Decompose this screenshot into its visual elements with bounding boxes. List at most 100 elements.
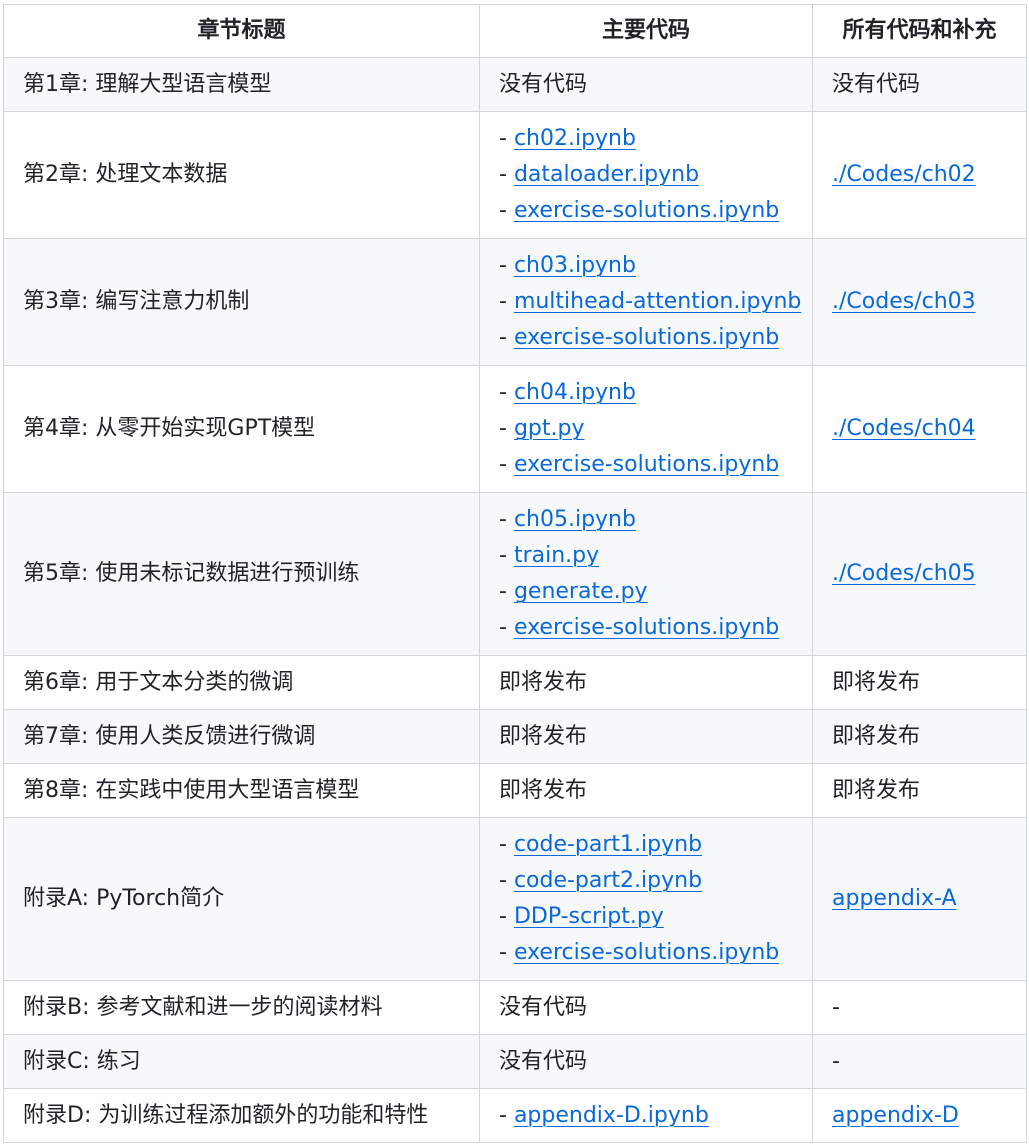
file-link[interactable]: DDP-script.py: [514, 904, 664, 929]
table-row: 第8章: 在实践中使用大型语言模型 即将发布 即将发布: [3, 763, 1027, 818]
chapter-title-cell: 附录D: 为训练过程添加额外的功能和特性: [3, 1088, 480, 1143]
list-dash: -: [499, 416, 514, 441]
chapter-title-cell: 第6章: 用于文本分类的微调: [3, 655, 480, 710]
file-link[interactable]: exercise-solutions.ipynb: [514, 452, 779, 477]
table-header: 章节标题 主要代码 所有代码和补充: [3, 4, 1027, 58]
chapter-title-cell: 附录C: 练习: [3, 1034, 480, 1089]
list-dash: -: [499, 198, 514, 223]
file-link[interactable]: ch02.ipynb: [514, 126, 636, 151]
file-link[interactable]: appendix-D.ipynb: [514, 1103, 709, 1128]
table-body: 第1章: 理解大型语言模型 没有代码 没有代码 第2章: 处理文本数据 - ch02.i…: [3, 57, 1027, 1143]
file-link[interactable]: train.py: [514, 543, 599, 568]
header-row: 章节标题 主要代码 所有代码和补充: [3, 4, 1027, 58]
chapter-title-cell: 第8章: 在实践中使用大型语言模型: [3, 763, 480, 818]
folder-link[interactable]: ./Codes/ch04: [832, 416, 976, 441]
file-list-item: - dataloader.ipynb: [499, 157, 793, 193]
list-dash: -: [499, 325, 514, 350]
file-list-item: - code-part2.ipynb: [499, 863, 793, 899]
file-link[interactable]: code-part1.ipynb: [514, 832, 702, 857]
table-row: 第1章: 理解大型语言模型 没有代码 没有代码: [3, 57, 1027, 112]
folder-link[interactable]: ./Codes/ch02: [832, 162, 976, 187]
file-link[interactable]: code-part2.ipynb: [514, 868, 702, 893]
list-dash: -: [499, 832, 514, 857]
chapter-title-cell: 第4章: 从零开始实现GPT模型: [3, 365, 480, 493]
list-dash: -: [499, 289, 514, 314]
file-list-item: - gpt.py: [499, 411, 793, 447]
file-list-item: - DDP-script.py: [499, 899, 793, 935]
table-row: 第4章: 从零开始实现GPT模型 - ch04.ipynb - gpt.py - ex…: [3, 365, 1027, 493]
table-row: 附录C: 练习 没有代码 -: [3, 1034, 1027, 1089]
list-dash: -: [499, 253, 514, 278]
list-dash: -: [499, 868, 514, 893]
main-code-cell: 没有代码: [479, 1034, 813, 1089]
table-row: 附录B: 参考文献和进一步的阅读材料 没有代码 -: [3, 980, 1027, 1035]
list-dash: -: [499, 1102, 514, 1128]
file-link[interactable]: multihead-attention.ipynb: [514, 289, 801, 314]
table-row: 第3章: 编写注意力机制 - ch03.ipynb - multihead-atte…: [3, 238, 1027, 366]
main-code-cell: 即将发布: [479, 709, 813, 764]
list-dash: -: [499, 940, 514, 965]
list-dash: -: [499, 452, 514, 477]
header-all-code: 所有代码和补充: [812, 4, 1027, 58]
file-list-item: - appendix-D.ipynb: [499, 1098, 793, 1134]
file-list-item: - exercise-solutions.ipynb: [499, 193, 793, 229]
main-code-cell: 没有代码: [479, 980, 813, 1035]
file-link[interactable]: ch04.ipynb: [514, 380, 636, 405]
file-link[interactable]: ch05.ipynb: [514, 507, 636, 532]
all-code-cell: 即将发布: [812, 763, 1027, 818]
chapter-title-cell: 第5章: 使用未标记数据进行预训练: [3, 492, 480, 656]
file-list-item: - ch05.ipynb: [499, 502, 793, 538]
file-list-item: - train.py: [499, 538, 793, 574]
table-row: 第7章: 使用人类反馈进行微调 即将发布 即将发布: [3, 709, 1027, 764]
chapter-title-cell: 附录B: 参考文献和进一步的阅读材料: [3, 980, 480, 1035]
file-link[interactable]: gpt.py: [514, 416, 585, 441]
main-code-cell: 即将发布: [479, 763, 813, 818]
all-code-cell: ./Codes/ch03: [812, 238, 1027, 366]
main-code-cell: - ch04.ipynb - gpt.py - exercise-solutions…: [479, 365, 813, 493]
file-list-item: - exercise-solutions.ipynb: [499, 447, 793, 483]
main-code-cell: - code-part1.ipynb - code-part2.ipynb - DD…: [479, 817, 813, 981]
main-code-cell: - ch05.ipynb - train.py - generate.py - exe…: [479, 492, 813, 656]
all-code-cell: appendix-A: [812, 817, 1027, 981]
list-dash: -: [499, 615, 514, 640]
file-link[interactable]: exercise-solutions.ipynb: [514, 325, 779, 350]
list-dash: -: [499, 126, 514, 151]
file-link[interactable]: exercise-solutions.ipynb: [514, 198, 779, 223]
file-link[interactable]: exercise-solutions.ipynb: [514, 615, 779, 640]
all-code-cell: 即将发布: [812, 655, 1027, 710]
file-list-item: - ch04.ipynb: [499, 375, 793, 411]
folder-link[interactable]: ./Codes/ch05: [832, 561, 976, 586]
main-code-cell: - ch03.ipynb - multihead-attention.ipynb -…: [479, 238, 813, 366]
list-dash: -: [499, 162, 514, 187]
file-link[interactable]: dataloader.ipynb: [514, 162, 699, 187]
list-dash: -: [499, 579, 514, 604]
file-list-item: - generate.py: [499, 574, 793, 610]
all-code-cell: ./Codes/ch02: [812, 111, 1027, 239]
list-dash: -: [499, 507, 514, 532]
file-link[interactable]: exercise-solutions.ipynb: [514, 940, 779, 965]
main-code-cell: 即将发布: [479, 655, 813, 710]
file-link[interactable]: generate.py: [514, 579, 648, 604]
list-dash: -: [499, 380, 514, 405]
all-code-cell: ./Codes/ch04: [812, 365, 1027, 493]
main-code-cell: 没有代码: [479, 57, 813, 112]
chapter-title-cell: 第7章: 使用人类反馈进行微调: [3, 709, 480, 764]
file-link[interactable]: ch03.ipynb: [514, 253, 636, 278]
table-row: 第5章: 使用未标记数据进行预训练 - ch05.ipynb - train.py -…: [3, 492, 1027, 656]
file-list-item: - ch03.ipynb: [499, 248, 793, 284]
folder-link[interactable]: ./Codes/ch03: [832, 289, 976, 314]
file-list-item: - exercise-solutions.ipynb: [499, 935, 793, 971]
chapter-title-cell: 第1章: 理解大型语言模型: [3, 57, 480, 112]
file-list-item: - exercise-solutions.ipynb: [499, 610, 793, 646]
all-code-cell: ./Codes/ch05: [812, 492, 1027, 656]
file-list-item: - exercise-solutions.ipynb: [499, 320, 793, 356]
file-list-item: - ch02.ipynb: [499, 121, 793, 157]
folder-link[interactable]: appendix-A: [832, 886, 957, 911]
main-code-cell: - appendix-D.ipynb: [479, 1088, 813, 1143]
chapter-title-cell: 第3章: 编写注意力机制: [3, 238, 480, 366]
all-code-cell: 即将发布: [812, 709, 1027, 764]
file-list-item: - code-part1.ipynb: [499, 827, 793, 863]
table-row: 第2章: 处理文本数据 - ch02.ipynb - dataloader.ipyn…: [3, 111, 1027, 239]
table-row: 第6章: 用于文本分类的微调 即将发布 即将发布: [3, 655, 1027, 710]
folder-link[interactable]: appendix-D: [832, 1103, 959, 1128]
